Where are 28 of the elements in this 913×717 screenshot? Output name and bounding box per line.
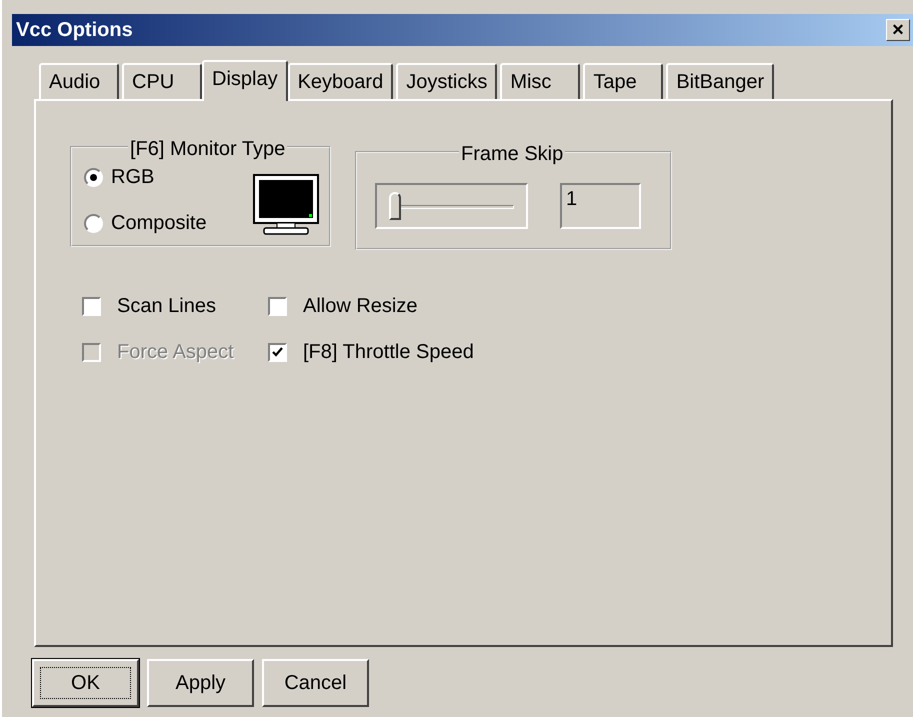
dialog-button[interactable]: OK <box>32 659 139 707</box>
check-icon <box>272 347 283 357</box>
radio-label: Composite <box>111 211 207 236</box>
slider-thumb[interactable] <box>389 192 401 220</box>
checkbox[interactable] <box>268 296 287 316</box>
text-field[interactable]: 1 <box>560 183 641 229</box>
tab[interactable]: Keyboard <box>288 63 394 99</box>
window-title: Vcc Options <box>16 18 133 43</box>
close-button[interactable]: × <box>886 19 910 41</box>
tab[interactable]: Tape <box>583 63 664 99</box>
radio-label: RGB <box>111 165 154 190</box>
monitor-icon <box>253 174 319 236</box>
tab[interactable]: Misc <box>500 63 580 99</box>
checkbox[interactable] <box>82 296 101 316</box>
tab[interactable]: CPU <box>122 63 202 99</box>
checkbox-label: Allow Resize <box>303 294 418 319</box>
tab[interactable]: Display <box>202 60 288 101</box>
tab[interactable]: Audio <box>39 63 119 99</box>
checkbox-label: Scan Lines <box>117 294 216 319</box>
tab[interactable]: BitBanger <box>666 63 774 99</box>
tab[interactable]: Joysticks <box>396 63 498 99</box>
checkbox[interactable] <box>268 342 287 362</box>
dialog-button[interactable]: Apply <box>147 659 254 707</box>
checkbox-label: Force Aspect <box>117 340 234 365</box>
checkbox-label: [F8] Throttle Speed <box>303 340 474 365</box>
radio-button[interactable] <box>84 168 103 186</box>
dialog-button[interactable]: Cancel <box>262 659 369 707</box>
radio-button[interactable] <box>84 214 103 232</box>
